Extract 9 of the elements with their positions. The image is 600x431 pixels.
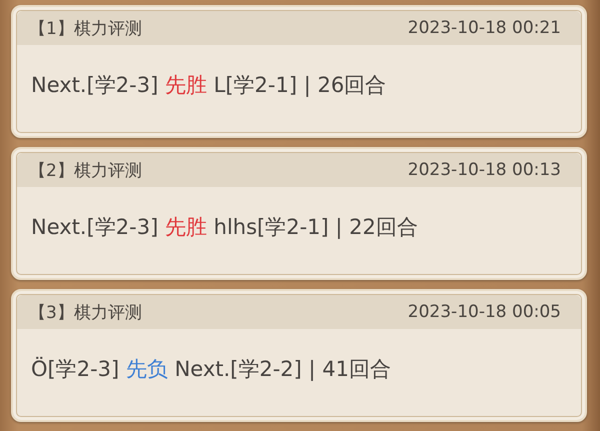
record-time: 2023-10-18 00:13 bbox=[408, 160, 561, 180]
record-title: 【2】棋力评测 bbox=[29, 160, 142, 182]
match-result: Ö[学2-3] 先负 Next.[学2-2] | 41回合 bbox=[31, 356, 391, 382]
record-title: 【3】棋力评测 bbox=[29, 302, 142, 324]
record-title: 【1】棋力评测 bbox=[29, 18, 142, 40]
record-time: 2023-10-18 00:21 bbox=[408, 18, 561, 38]
record-time: 2023-10-18 00:05 bbox=[408, 302, 561, 322]
match-result: Next.[学2-3] 先胜 L[学2-1] | 26回合 bbox=[31, 72, 386, 98]
match-result: Next.[学2-3] 先胜 hlhs[学2-1] | 22回合 bbox=[31, 214, 418, 240]
